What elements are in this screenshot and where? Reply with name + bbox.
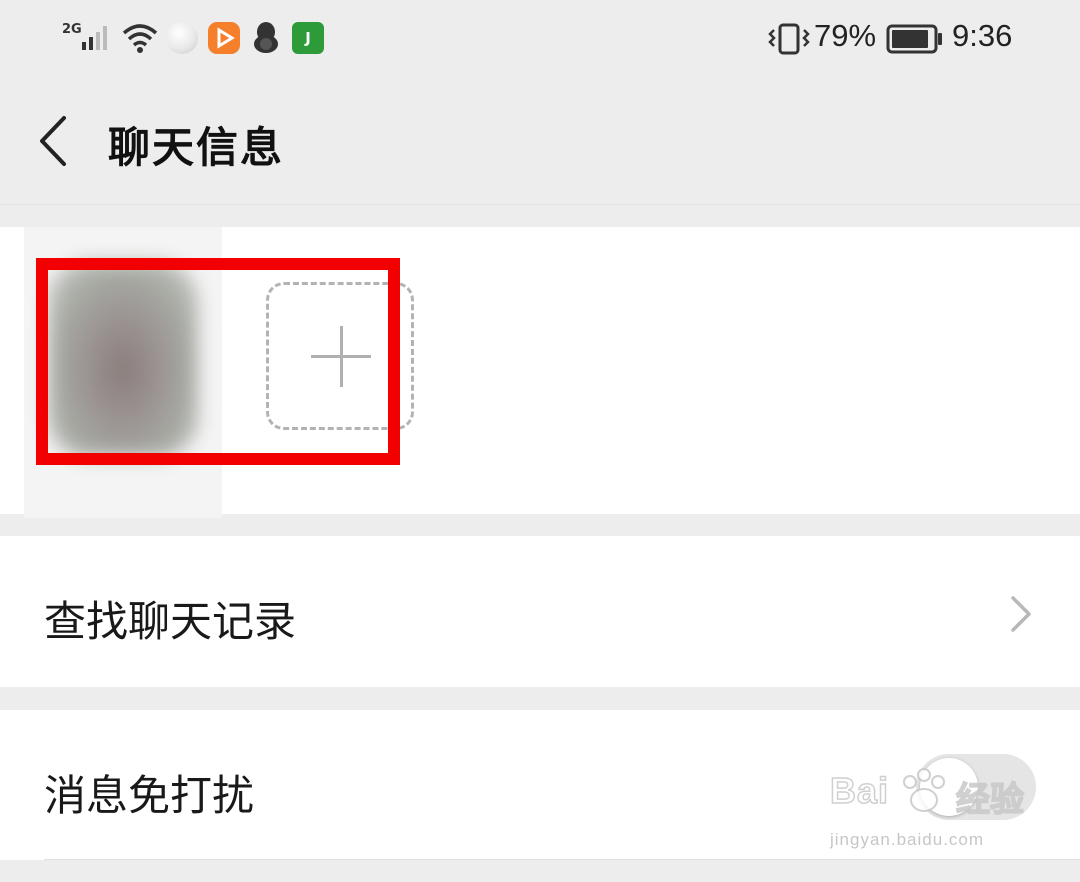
watermark-url: jingyan.baidu.com (830, 830, 985, 849)
clock: 9:36 (952, 18, 1013, 53)
chevron-right-icon (1011, 596, 1031, 632)
add-member-button[interactable] (266, 282, 414, 430)
paw-icon (903, 768, 945, 812)
signal-icon (82, 26, 107, 50)
video-play-app-icon (208, 22, 240, 54)
search-chat-history-label: 查找聊天记录 (44, 597, 297, 646)
status-bar: 2G J 79% 9:36 (0, 0, 1080, 80)
qq-penguin-icon (254, 22, 278, 53)
vibrate-icon (768, 23, 810, 55)
avatar[interactable] (48, 262, 198, 457)
battery-percent: 79% (814, 18, 877, 53)
watermark-brand: Bai (829, 769, 890, 812)
page-title: 聊天信息 (108, 123, 285, 172)
baidu-watermark: Bai 经验 jingyan.baidu.com (829, 768, 1030, 860)
network-type-label: 2G (62, 22, 82, 37)
wifi-icon (122, 24, 158, 53)
watermark-brand-suffix: 经验 (955, 779, 1025, 821)
mute-notifications-label: 消息免打扰 (44, 771, 255, 820)
circle-app-icon (166, 22, 198, 54)
chevron-left-icon[interactable] (30, 112, 80, 170)
green-app-icon: J (292, 22, 324, 54)
search-chat-history-row[interactable]: 查找聊天记录 (0, 536, 1080, 687)
battery-icon (886, 24, 942, 54)
header-divider (0, 204, 1080, 205)
